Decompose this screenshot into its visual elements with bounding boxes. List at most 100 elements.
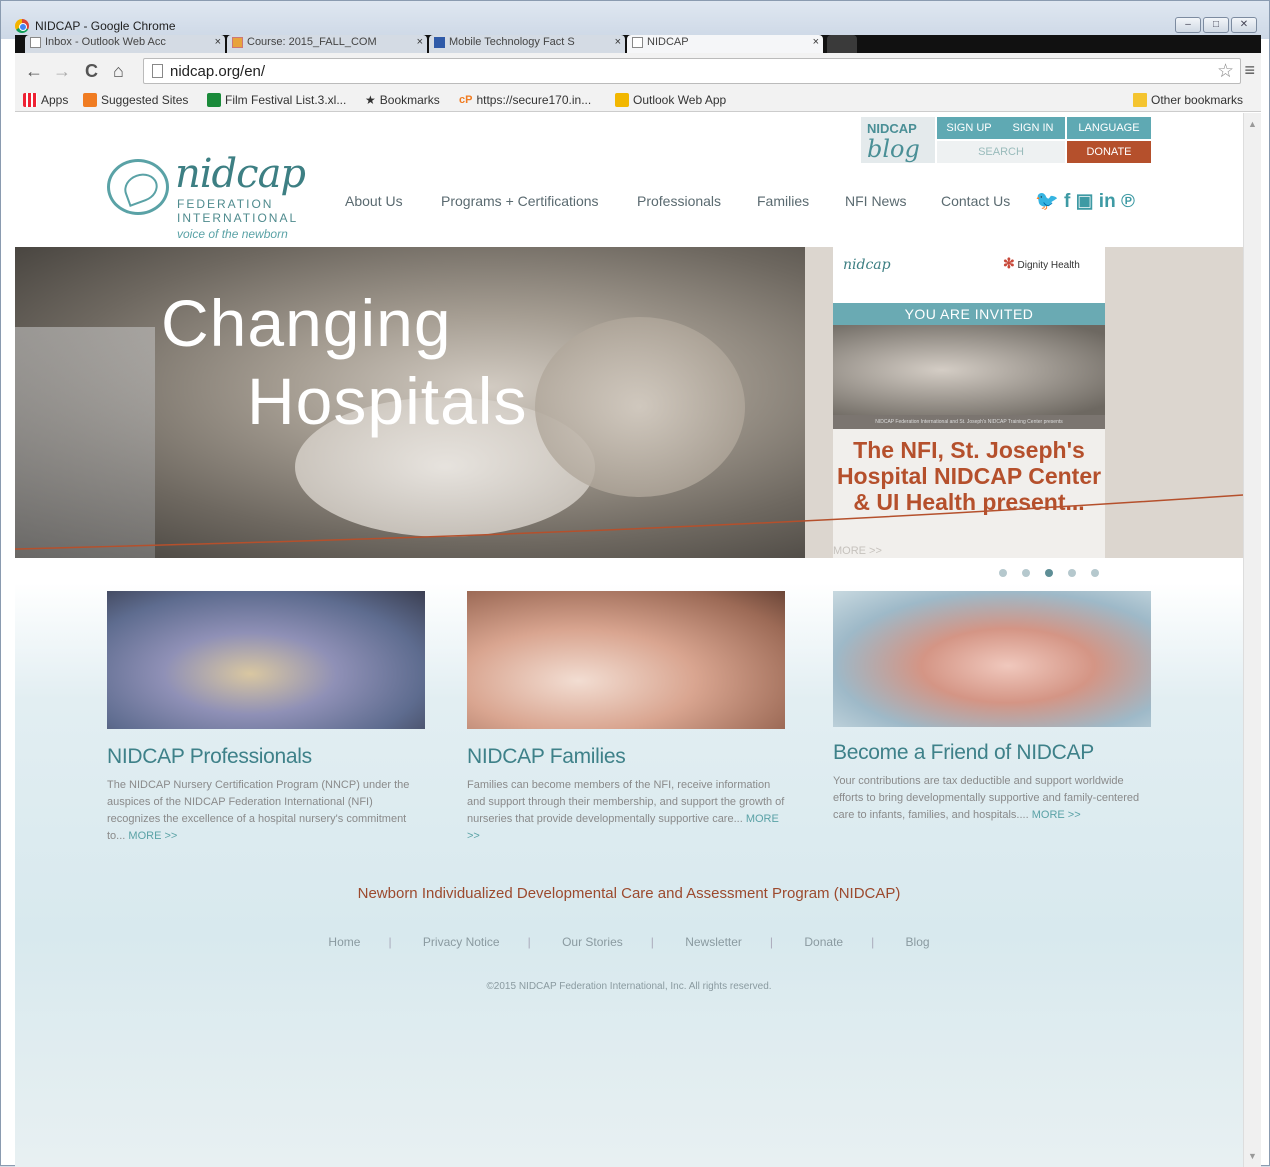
carousel-dot[interactable] [1091, 569, 1099, 577]
address-bar[interactable]: nidcap.org/en/ ☆ [143, 58, 1241, 84]
nidcap-blog-link[interactable]: NIDCAP blog [861, 117, 935, 163]
tab-nidcap[interactable]: NIDCAP × [627, 35, 823, 53]
feature-description: Your contributions are tax deductible an… [833, 775, 1140, 821]
carousel-dot[interactable] [1022, 569, 1030, 577]
search-input[interactable]: SEARCH [937, 141, 1065, 163]
bookmark-secure170[interactable]: cP https://secure170.in... [459, 93, 591, 107]
sign-up-button[interactable]: SIGN UP [937, 117, 1001, 139]
bookmark-outlook[interactable]: Outlook Web App [615, 93, 726, 107]
dignity-health-logo: ✻ Dignity Health [1003, 255, 1080, 271]
scroll-up-icon[interactable]: ▲ [1248, 119, 1257, 129]
reload-icon[interactable]: C [85, 61, 98, 82]
carousel-dot-active[interactable] [1045, 569, 1053, 577]
nav-families[interactable]: Families [757, 193, 809, 209]
donate-button[interactable]: DONATE [1067, 141, 1151, 163]
nav-nfi-news[interactable]: NFI News [845, 193, 906, 209]
footer-link-donate[interactable]: Donate [804, 935, 843, 949]
footer-separator: | [388, 935, 392, 949]
promo-logos: nidcap ✻ Dignity Health [833, 247, 1105, 303]
tab-close-icon[interactable]: × [813, 35, 819, 49]
tab-close-icon[interactable]: × [215, 35, 221, 49]
social-links: 🐦 f ▣ in ℗ [1035, 189, 1135, 213]
chrome-icon [15, 19, 29, 33]
hero-carousel[interactable]: Changing Hospitals nidcap ✻ Dignity Heal… [15, 247, 1243, 558]
spreadsheet-icon [207, 93, 221, 107]
carousel-dot[interactable] [1068, 569, 1076, 577]
nav-contact-us[interactable]: Contact Us [941, 193, 1010, 209]
menu-icon[interactable]: ≡ [1244, 60, 1255, 81]
vertical-scrollbar[interactable]: ▲ ▼ [1243, 113, 1261, 1167]
facebook-icon[interactable]: f [1064, 191, 1070, 212]
partner-name: Dignity Health [1017, 260, 1080, 271]
bookmark-suggested-sites[interactable]: Suggested Sites [83, 93, 188, 107]
tab-course[interactable]: Course: 2015_FALL_COM × [227, 35, 427, 53]
linkedin-icon[interactable]: in [1099, 191, 1116, 212]
star-icon[interactable]: ☆ [1217, 60, 1234, 83]
window-controls: – □ ✕ [1175, 17, 1257, 33]
footer-link-privacy[interactable]: Privacy Notice [423, 935, 500, 949]
tab-close-icon[interactable]: × [417, 35, 423, 49]
carousel-dot[interactable] [999, 569, 1007, 577]
maximize-button[interactable]: □ [1203, 17, 1229, 33]
pinterest-icon[interactable]: ℗ [1121, 191, 1135, 212]
nav-about-us[interactable]: About Us [345, 193, 403, 209]
footer-link-newsletter[interactable]: Newsletter [685, 935, 742, 949]
professionals-image[interactable] [107, 591, 425, 729]
footer-link-our-stories[interactable]: Our Stories [562, 935, 623, 949]
nav-programs-certifications[interactable]: Programs + Certifications [441, 193, 599, 209]
back-arrow-icon[interactable]: ← [25, 61, 43, 82]
scroll-down-icon[interactable]: ▼ [1248, 1151, 1257, 1161]
nav-professionals[interactable]: Professionals [637, 193, 721, 209]
tab-label: Course: 2015_FALL_COM [247, 36, 377, 48]
hero-curve [15, 494, 1243, 550]
tab-mobile-technology[interactable]: Mobile Technology Fact S × [429, 35, 625, 53]
apps-grid-icon [23, 93, 37, 107]
feature-title[interactable]: NIDCAP Families [467, 745, 785, 769]
friend-image[interactable] [833, 591, 1151, 727]
url-text[interactable]: nidcap.org/en/ [170, 63, 265, 80]
footer-link-home[interactable]: Home [328, 935, 360, 949]
youtube-icon[interactable]: ▣ [1076, 191, 1094, 212]
bookmark-apps[interactable]: Apps [23, 93, 68, 107]
feature-professionals: NIDCAP Professionals The NIDCAP Nursery … [107, 591, 425, 845]
title-bar: NIDCAP - Google Chrome – □ ✕ [1, 1, 1269, 39]
close-window-button[interactable]: ✕ [1231, 17, 1257, 33]
feature-title[interactable]: NIDCAP Professionals [107, 745, 425, 769]
new-tab-button[interactable] [827, 35, 857, 53]
logo-federation: FEDERATION INTERNATIONAL [177, 197, 298, 225]
bookmark-label: Other bookmarks [1151, 93, 1244, 107]
bookmark-label: Outlook Web App [633, 93, 727, 107]
more-link[interactable]: MORE >> [1032, 809, 1081, 821]
footer-program-title: Newborn Individualized Developmental Car… [357, 885, 901, 902]
tab-inbox[interactable]: Inbox - Outlook Web Acc × [25, 35, 225, 53]
hero-heading-line1: Changing [161, 286, 452, 360]
footer-separator: | [769, 935, 774, 949]
bookmark-other[interactable]: Other bookmarks [1133, 93, 1243, 107]
feature-text: The NIDCAP Nursery Certification Program… [107, 777, 425, 845]
twitter-icon[interactable]: 🐦 [1035, 191, 1059, 212]
minimize-button[interactable]: – [1175, 17, 1201, 33]
home-icon[interactable]: ⌂ [113, 61, 124, 82]
footer-separator: | [650, 935, 654, 949]
bookmark-label: Apps [41, 93, 69, 107]
feature-title[interactable]: Become a Friend of NIDCAP [833, 741, 1151, 765]
logo-tagline: voice of the newborn [177, 227, 288, 241]
footer-link-blog[interactable]: Blog [906, 935, 930, 949]
bookmark-bookmarks[interactable]: ★ Bookmarks [365, 93, 440, 107]
nidcap-logo[interactable]: nidcap FEDERATION INTERNATIONAL voice of… [107, 137, 307, 241]
hero-heading-line2: Hospitals [247, 364, 528, 438]
bookmark-film-festival[interactable]: Film Festival List.3.xl... [207, 93, 346, 107]
tab-label: Mobile Technology Fact S [449, 36, 575, 48]
families-image[interactable] [467, 591, 785, 729]
language-button[interactable]: LANGUAGE [1067, 117, 1151, 139]
more-link[interactable]: MORE >> [128, 830, 177, 842]
bookmark-label: https://secure170.in... [476, 93, 592, 107]
promo-strip: NIDCAP Federation International and St. … [833, 415, 1105, 429]
forward-arrow-icon[interactable]: → [53, 61, 71, 82]
chart-icon [434, 37, 445, 48]
star-icon: ★ [365, 93, 376, 107]
blog-word: blog [867, 135, 920, 163]
sign-in-button[interactable]: SIGN IN [1001, 117, 1065, 139]
page-icon [632, 37, 643, 48]
tab-close-icon[interactable]: × [615, 35, 621, 49]
